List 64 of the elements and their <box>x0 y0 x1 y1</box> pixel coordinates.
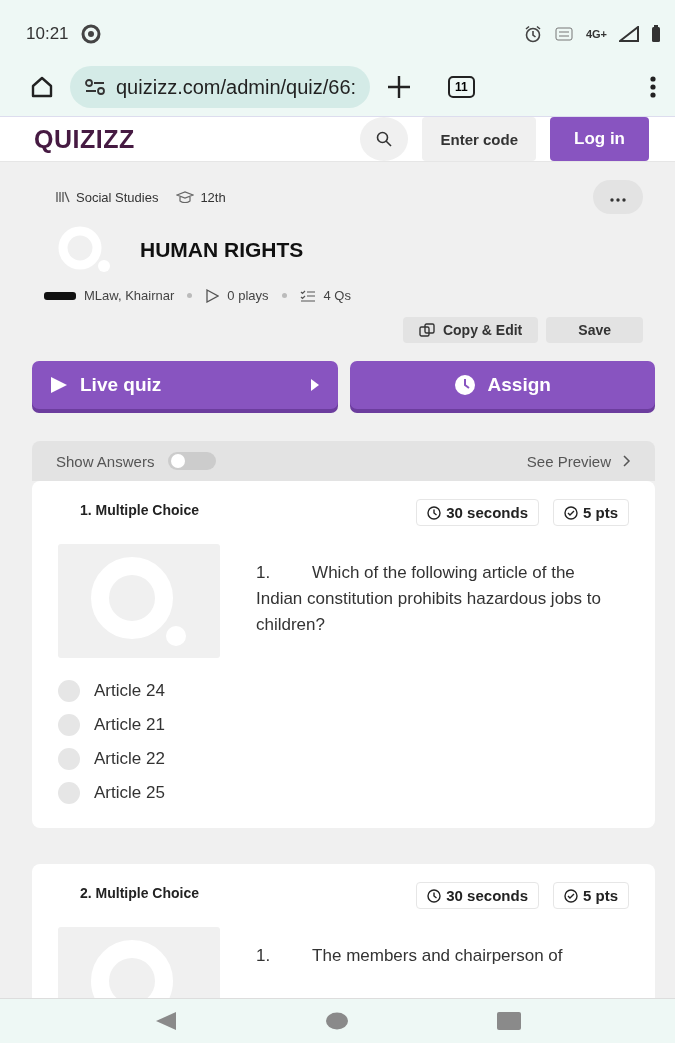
option-label: Article 21 <box>94 715 165 735</box>
search-icon <box>376 131 393 147</box>
question-count: 4 Qs <box>323 288 351 303</box>
points-chip: 5 pts <box>553 882 629 909</box>
show-answers-label: Show Answers <box>56 452 155 470</box>
play-icon <box>309 378 320 392</box>
volte-icon <box>553 26 574 42</box>
points-chip: 5 pts <box>553 499 629 526</box>
plays-count: 0 plays <box>227 288 269 303</box>
show-answers-toggle[interactable] <box>168 452 217 470</box>
play-icon <box>50 376 68 394</box>
option-label: Article 25 <box>94 783 165 803</box>
search-button[interactable] <box>360 117 409 161</box>
question-text: 1. The members and chairperson of <box>256 945 563 967</box>
clock-icon <box>427 888 442 903</box>
network-type: 4G+ <box>585 28 607 40</box>
home-icon <box>30 75 54 99</box>
author-name[interactable]: MLaw, Khairnar <box>84 288 175 303</box>
see-preview-link[interactable]: See Preview <box>526 452 611 470</box>
option-label: Article 22 <box>94 749 165 769</box>
option-label: Article 24 <box>94 681 165 701</box>
question-type: 2. Multiple Choice <box>79 884 200 901</box>
home-circle-icon <box>326 1012 349 1030</box>
plus-icon <box>386 74 413 100</box>
author-avatar-icon <box>44 290 76 301</box>
swirl-icon <box>80 24 101 44</box>
graduation-cap-icon <box>176 191 195 203</box>
clock-icon <box>427 505 442 520</box>
radio-button[interactable] <box>58 748 80 770</box>
save-button[interactable]: Save <box>546 317 643 343</box>
copy-edit-button[interactable]: Copy & Edit <box>402 317 539 343</box>
quiz-title: HUMAN RIGHTS <box>140 238 304 262</box>
grade-label: 12th <box>200 189 226 205</box>
tab-count-button[interactable]: 11 <box>448 76 475 98</box>
checklist-icon <box>299 289 316 302</box>
login-button[interactable]: Log in <box>550 117 649 161</box>
enter-code-button[interactable]: Enter code <box>422 117 536 161</box>
clock-icon <box>453 374 476 396</box>
chevron-right-icon <box>623 455 631 467</box>
time-chip: 30 seconds <box>416 499 539 526</box>
address-bar[interactable]: quizizz.com/admin/quiz/66: <box>70 66 371 108</box>
clock-time: 10:21 <box>26 24 69 44</box>
logo[interactable]: QUIZIZZ <box>34 124 347 154</box>
radio-button[interactable] <box>58 680 80 702</box>
play-outline-icon <box>205 288 220 303</box>
signal-icon <box>619 26 639 42</box>
alarm-clock-icon <box>523 25 542 43</box>
battery-icon <box>651 25 661 43</box>
more-menu-icon <box>649 75 657 99</box>
radio-button[interactable] <box>58 782 80 804</box>
question-text: 1. Which of the following article of the Indian constitution prohibits hazardous jobs to children? <box>256 562 602 636</box>
check-circle-icon <box>564 505 578 520</box>
tune-icon <box>84 79 106 95</box>
more-options-button[interactable] <box>593 180 643 214</box>
question-type: 1. Multiple Choice <box>79 501 200 518</box>
recents-icon <box>496 1012 521 1030</box>
time-chip: 30 seconds <box>416 882 539 909</box>
radio-button[interactable] <box>58 714 80 736</box>
check-circle-icon <box>564 888 578 903</box>
copy-icon <box>418 323 435 337</box>
subject-label: Social Studies <box>76 189 159 205</box>
back-icon <box>154 1011 179 1031</box>
more-dots-icon <box>610 198 626 202</box>
books-icon <box>56 191 70 203</box>
